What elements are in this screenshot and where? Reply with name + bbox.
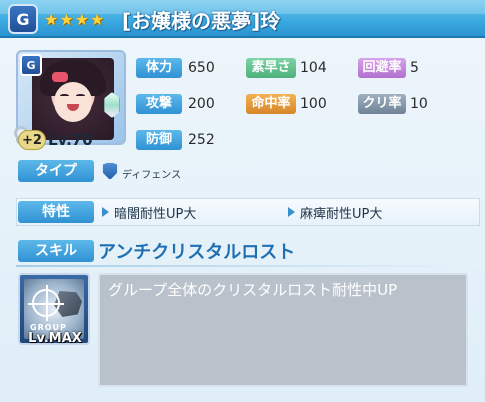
star-icon: ★ <box>44 9 59 29</box>
skill-label: スキル <box>18 240 94 262</box>
group-badge-icon: G <box>20 54 42 76</box>
skill-level: Lv.MAX <box>28 331 82 346</box>
character-name: [お嬢様の悪夢]玲 <box>122 9 281 33</box>
type-label: タイプ <box>18 160 94 182</box>
stat-value-evasion: 5 <box>410 60 419 76</box>
trait-item: 暗闇耐性UP大 <box>114 207 197 222</box>
stat-value-defense: 252 <box>188 132 215 148</box>
stat-label-speed: 素早さ <box>246 58 296 78</box>
portrait-eye <box>76 94 85 97</box>
title-bar: G ★ ★ ★ ★ [お嬢様の悪夢]玲 <box>0 0 485 38</box>
trait-item: 麻痺耐性UP大 <box>300 207 383 222</box>
character-level: Lv.70 <box>48 131 93 149</box>
portrait-art <box>32 58 114 140</box>
stat-value-accuracy: 100 <box>300 96 327 112</box>
skill-name: アンチクリスタルロスト <box>98 242 296 263</box>
stat-label-crit: クリ率 <box>358 94 406 114</box>
group-logo-icon: G <box>8 4 38 34</box>
type-value: ディフェンス <box>122 170 182 181</box>
star-icon: ★ <box>59 9 74 29</box>
stat-value-attack: 200 <box>188 96 215 112</box>
shield-icon <box>102 162 118 180</box>
character-detail-panel: G ★ ★ ★ ★ [お嬢様の悪夢]玲 G +2 Lv.70 体力 650 素早… <box>0 0 485 402</box>
stat-label-defense: 防御 <box>136 130 182 150</box>
trait-arrow-icon <box>102 207 109 217</box>
skill-description-box: グループ全体のクリスタルロスト耐性中UP <box>98 273 468 387</box>
stat-value-hp: 650 <box>188 60 215 76</box>
portrait-ribbon <box>52 72 68 82</box>
stat-label-attack: 攻撃 <box>136 94 182 114</box>
skill-description: グループ全体のクリスタルロスト耐性中UP <box>108 281 398 299</box>
stat-value-crit: 10 <box>410 96 428 112</box>
plus-badge: +2 <box>18 130 46 150</box>
stat-value-speed: 104 <box>300 60 327 76</box>
traits-label: 特性 <box>18 201 94 223</box>
star-icon: ★ <box>74 9 90 29</box>
stat-label-hp: 体力 <box>136 58 182 78</box>
portrait-face <box>54 82 92 122</box>
rarity-stars: ★ ★ ★ ★ <box>44 8 104 30</box>
stat-label-evasion: 回避率 <box>358 58 406 78</box>
star-icon: ★ <box>90 9 105 29</box>
trait-arrow-icon <box>288 207 295 217</box>
stat-label-accuracy: 命中率 <box>246 94 296 114</box>
crosshair-icon <box>28 285 64 321</box>
portrait-eye <box>60 94 69 97</box>
skill-divider <box>16 265 480 267</box>
